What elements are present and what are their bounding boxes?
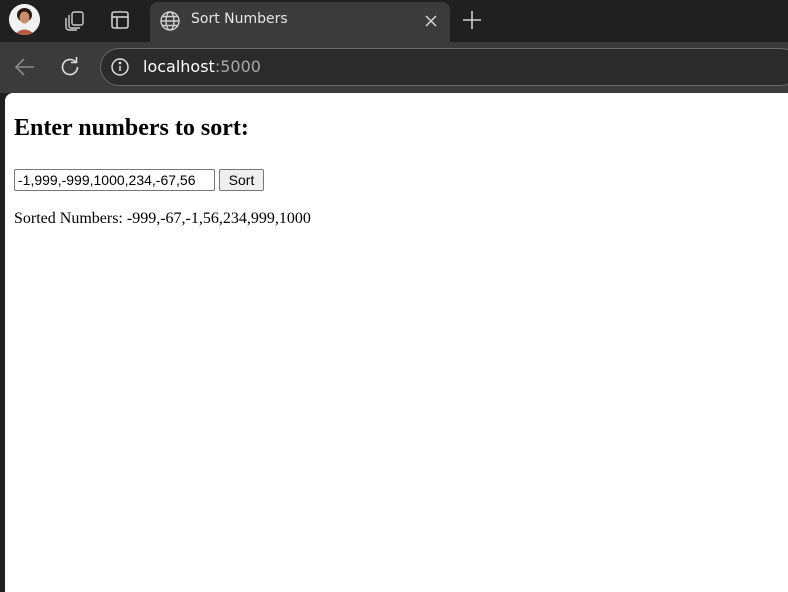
workspaces-icon[interactable] xyxy=(63,8,87,32)
sorted-result: Sorted Numbers: -999,-67,-1,56,234,999,1… xyxy=(14,210,311,228)
url-host: localhost xyxy=(143,57,215,76)
tab-sort-numbers[interactable]: Sort Numbers xyxy=(150,2,450,42)
site-info-icon[interactable] xyxy=(110,57,130,77)
back-arrow-icon[interactable] xyxy=(12,54,38,80)
address-bar[interactable]: localhost:5000 xyxy=(100,48,788,86)
close-tab-icon[interactable] xyxy=(422,12,440,30)
sort-button[interactable]: Sort xyxy=(219,169,264,191)
tab-title: Sort Numbers xyxy=(191,11,288,27)
url-port: :5000 xyxy=(214,57,261,76)
new-tab-icon[interactable] xyxy=(460,8,484,32)
numbers-input[interactable] xyxy=(14,169,215,191)
url-text: localhost:5000 xyxy=(143,57,261,76)
sorted-result-label: Sorted Numbers: xyxy=(14,210,123,227)
profile-avatar[interactable] xyxy=(9,4,40,35)
navigation-toolbar: localhost:5000 xyxy=(0,42,788,93)
sorted-result-value: -999,-67,-1,56,234,999,1000 xyxy=(126,210,311,227)
page-heading: Enter numbers to sort: xyxy=(14,115,249,141)
page-viewport: Enter numbers to sort: Sort Sorted Numbe… xyxy=(5,93,788,592)
globe-icon xyxy=(159,10,181,32)
vertical-tabs-icon[interactable] xyxy=(108,8,132,32)
tab-strip: Sort Numbers xyxy=(0,0,788,42)
reload-icon[interactable] xyxy=(57,54,83,80)
